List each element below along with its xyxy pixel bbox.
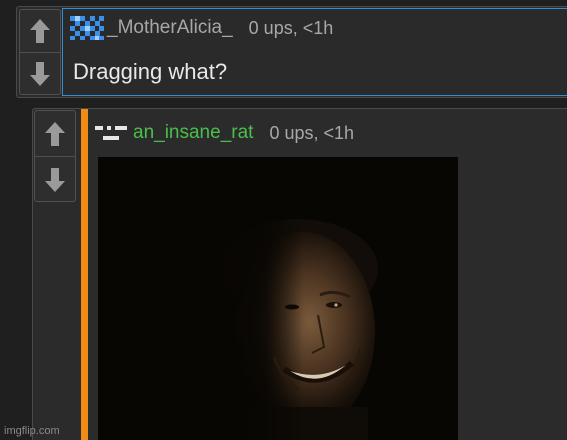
username-link[interactable]: an_insane_rat: [133, 122, 253, 144]
comment-image[interactable]: [98, 157, 458, 440]
arrow-down-icon: [30, 62, 50, 86]
comment-header: an_insane_rat 0 ups, <1h: [95, 121, 354, 145]
vote-column: [34, 110, 76, 202]
reply-indicator-bar: [81, 109, 88, 440]
comment-body[interactable]: _MotherAlicia_ 0 ups, <1h Dragging what?: [62, 8, 567, 96]
watermark: imgflip.com: [4, 425, 60, 437]
upvote-button[interactable]: [20, 10, 60, 53]
meme-image: [98, 157, 458, 440]
upvote-button[interactable]: [35, 111, 75, 157]
downvote-button[interactable]: [35, 157, 75, 202]
pixel-avatar-white[interactable]: [95, 122, 127, 144]
pixel-avatar-blue[interactable]: [69, 15, 105, 41]
comment: _MotherAlicia_ 0 ups, <1h Dragging what?: [16, 6, 567, 98]
arrow-down-icon: [45, 167, 65, 192]
comment-thread: _MotherAlicia_ 0 ups, <1h Dragging what?: [0, 0, 567, 440]
reply-comment: an_insane_rat 0 ups, <1h: [32, 108, 567, 440]
arrow-up-icon: [45, 121, 65, 146]
comment-meta: 0 ups, <1h: [248, 17, 334, 38]
comment-meta: 0 ups, <1h: [269, 122, 355, 143]
username-link[interactable]: _MotherAlicia_: [107, 17, 233, 39]
comment-header: _MotherAlicia_ 0 ups, <1h: [69, 15, 333, 41]
comment-text: Dragging what?: [73, 59, 228, 84]
downvote-button[interactable]: [20, 53, 60, 95]
arrow-up-icon: [30, 19, 50, 43]
vote-column: [19, 9, 61, 95]
